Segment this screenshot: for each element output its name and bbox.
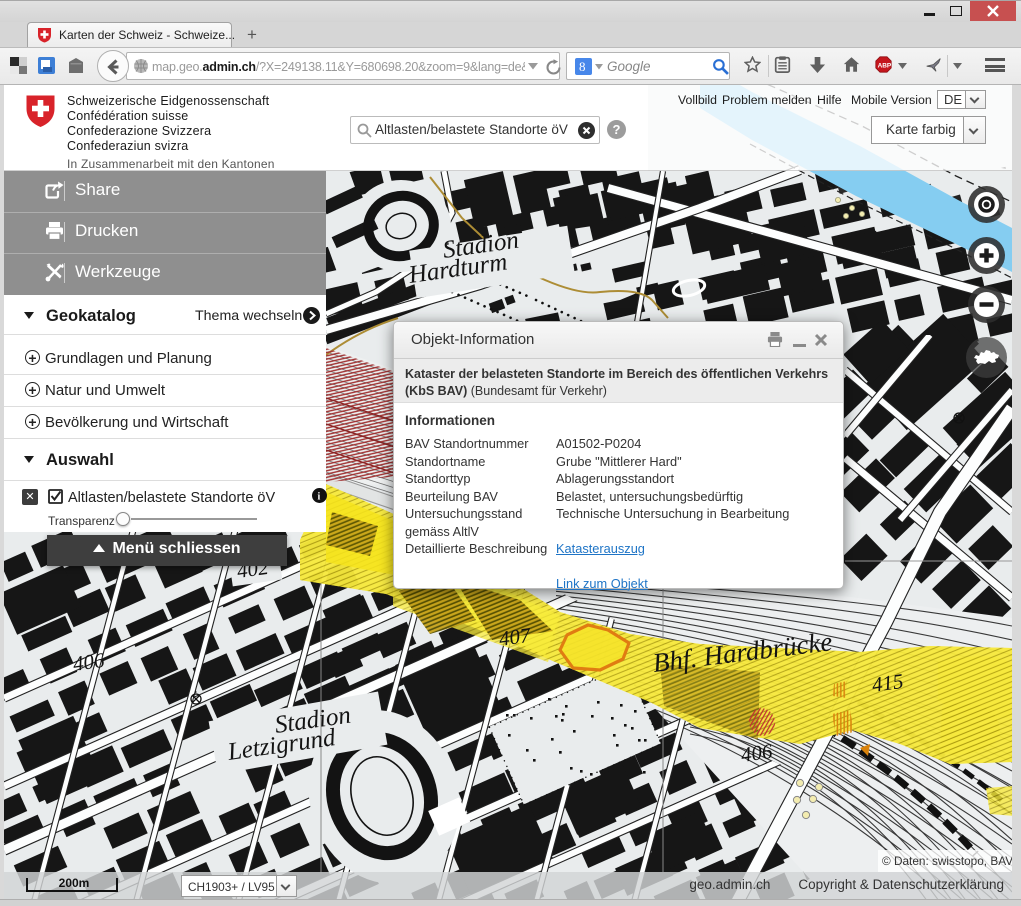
svg-text:ABP: ABP	[878, 62, 892, 69]
svg-text:8: 8	[579, 59, 586, 74]
svg-text:406: 406	[71, 648, 106, 676]
svg-text:407: 407	[497, 623, 533, 651]
svg-text:406: 406	[739, 739, 774, 767]
svg-text:i: i	[318, 492, 321, 503]
svg-text:415: 415	[870, 669, 905, 697]
